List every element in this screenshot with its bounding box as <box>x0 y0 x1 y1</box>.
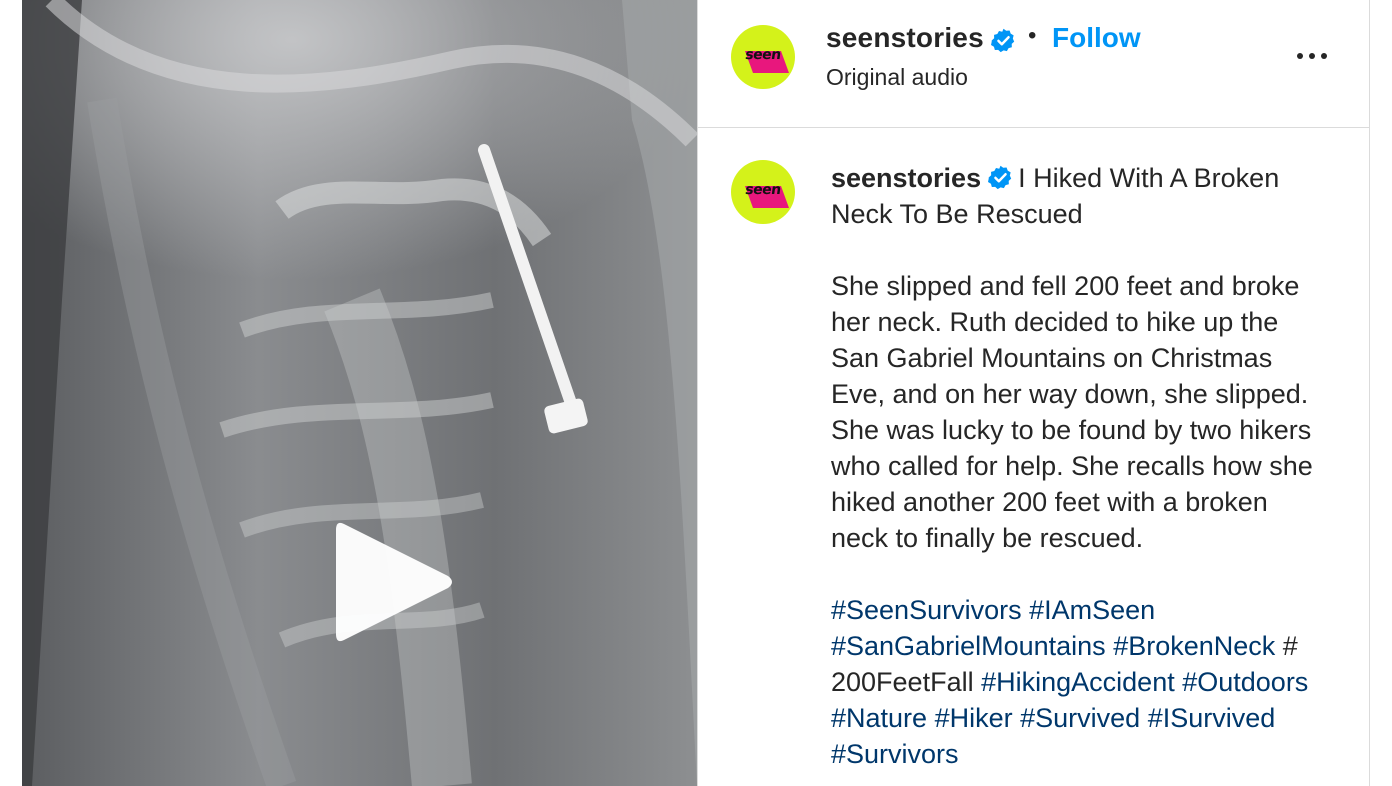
avatar[interactable]: seen <box>731 25 795 89</box>
caption-title-line: seenstories I Hiked With A Broken Neck To… <box>831 160 1321 232</box>
hashtag-link[interactable]: #BrokenNeck <box>1113 631 1275 661</box>
more-options-button[interactable] <box>1294 44 1330 68</box>
hashtag-link[interactable]: #SanGabrielMountains <box>831 631 1106 661</box>
hashtag-link[interactable]: #Hiker <box>935 703 1013 733</box>
page-gutter <box>0 0 22 786</box>
play-icon[interactable] <box>322 512 462 652</box>
hashtag-link[interactable]: #Survivors <box>831 739 959 769</box>
follow-button[interactable]: Follow <box>1052 22 1141 54</box>
verified-badge-icon <box>988 165 1012 190</box>
hashtag-link[interactable]: #Survived <box>1020 703 1140 733</box>
hashtag-link[interactable]: #SeenSurvivors <box>831 595 1022 625</box>
caption-hashtags: #SeenSurvivors #IAmSeen #SanGabrielMount… <box>831 592 1321 772</box>
caption-username[interactable]: seenstories <box>831 163 981 193</box>
more-horizontal-icon <box>1297 53 1303 59</box>
video-player[interactable] <box>22 0 697 786</box>
xray-video-frame <box>22 0 697 786</box>
hashtag-link[interactable]: #IAmSeen <box>1029 595 1155 625</box>
caption-avatar[interactable]: seen <box>731 160 795 224</box>
author-username[interactable]: seenstories <box>826 22 984 54</box>
avatar-text: seen <box>744 47 782 63</box>
hashtag-link[interactable]: #HikingAccident <box>981 667 1175 697</box>
avatar-text: seen <box>744 182 782 198</box>
post-header: seen seenstories • Follow Original audio <box>698 0 1369 128</box>
hashtag-link[interactable]: #Nature <box>831 703 927 733</box>
verified-badge-icon <box>991 28 1015 53</box>
separator-dot: • <box>1028 22 1037 49</box>
audio-label[interactable]: Original audio <box>826 64 968 91</box>
hashtag-link[interactable]: #Outdoors <box>1182 667 1308 697</box>
hashtag-link[interactable]: #ISurvived <box>1148 703 1276 733</box>
post-details-panel: seen seenstories • Follow Original audio… <box>698 0 1369 786</box>
post-caption: seenstories I Hiked With A Broken Neck To… <box>831 160 1321 772</box>
caption-body: She slipped and fell 200 feet and broke … <box>831 271 1313 553</box>
panel-right-border <box>1369 0 1370 786</box>
